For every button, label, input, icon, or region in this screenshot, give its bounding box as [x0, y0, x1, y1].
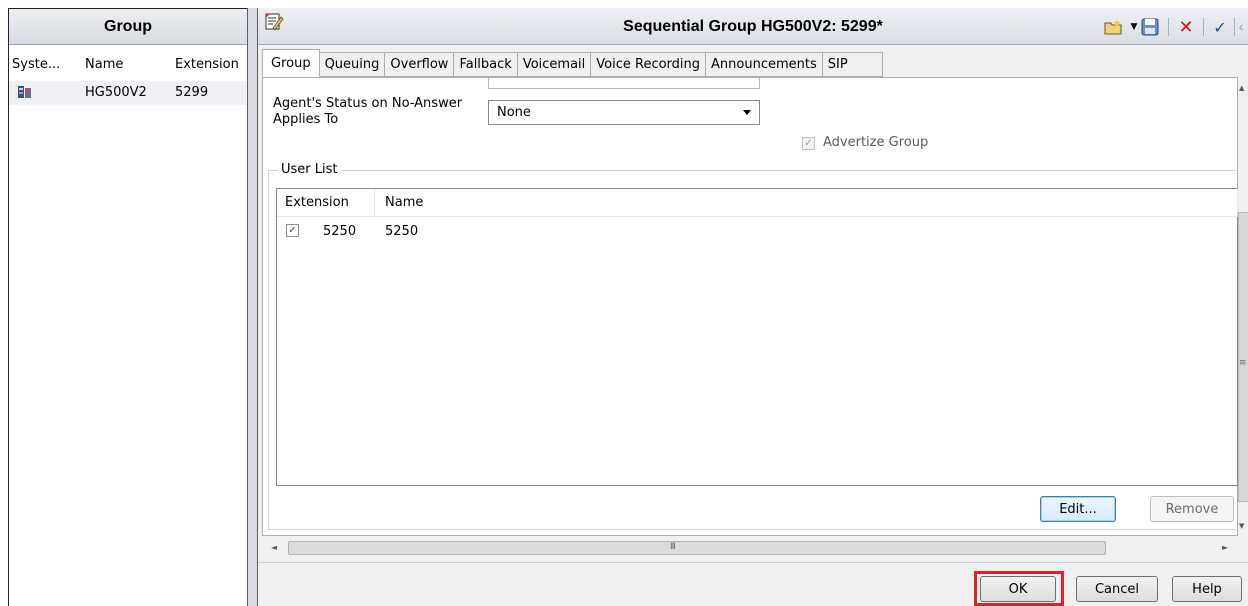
- tab-voice-recording[interactable]: Voice Recording: [591, 52, 707, 77]
- user-list-legend: User List: [278, 162, 341, 177]
- help-button[interactable]: Help: [1172, 576, 1242, 602]
- toolbar-divider: [1234, 18, 1235, 36]
- column-header-name[interactable]: Name: [385, 195, 423, 210]
- user-list-header: Extension Name: [277, 189, 1239, 217]
- user-name: 5250: [385, 224, 419, 239]
- horizontal-scroll-thumb[interactable]: [288, 541, 1106, 555]
- back-icon[interactable]: ‹: [1236, 17, 1246, 37]
- user-list: Extension Name ✓ 5250 5250: [276, 188, 1239, 486]
- tab-queuing[interactable]: Queuing: [319, 52, 386, 77]
- column-header-name[interactable]: Name: [85, 57, 123, 72]
- user-enabled-checkbox[interactable]: ✓: [286, 224, 299, 237]
- delete-icon[interactable]: ✕: [1176, 17, 1196, 38]
- no-answer-select[interactable]: None: [488, 100, 760, 125]
- tab-announcements[interactable]: Announcements: [706, 52, 823, 77]
- new-folder-icon[interactable]: [1104, 17, 1124, 37]
- form-title: Sequential Group HG500V2: 5299*: [623, 17, 883, 35]
- edit-button[interactable]: Edit...: [1040, 496, 1116, 522]
- tab-overflow[interactable]: Overflow: [385, 52, 455, 77]
- group-name: HG500V2: [85, 85, 147, 100]
- user-extension: 5250: [323, 224, 357, 239]
- column-divider[interactable]: [374, 189, 375, 217]
- scroll-grip-icon: III: [670, 542, 676, 552]
- scroll-up-icon[interactable]: ▲: [1239, 84, 1244, 92]
- scroll-left-icon[interactable]: ◄: [271, 543, 277, 552]
- pane-title: Group: [9, 9, 247, 45]
- vertical-scroll-thumb[interactable]: [1238, 212, 1248, 502]
- table-row[interactable]: ✓ 5250 5250: [277, 221, 1239, 243]
- remove-button[interactable]: Remove: [1150, 496, 1234, 522]
- scrolled-field[interactable]: [488, 78, 760, 89]
- system-node-icon: [17, 84, 33, 104]
- ok-button[interactable]: OK: [980, 576, 1056, 602]
- group-extension: 5299: [175, 85, 209, 100]
- checkmark-icon[interactable]: ✓: [1210, 17, 1230, 37]
- scroll-down-icon[interactable]: ▼: [1239, 522, 1244, 530]
- tab-strip: Group Queuing Overflow Fallback Voicemai…: [262, 49, 883, 77]
- column-header-extension[interactable]: Extension: [285, 195, 349, 210]
- list-column-headers: Syste... Name Extension: [9, 53, 247, 81]
- list-item[interactable]: HG500V2 5299: [9, 81, 247, 105]
- no-answer-value: None: [497, 105, 531, 120]
- column-header-extension[interactable]: Extension: [175, 57, 239, 72]
- form-title-bar: Sequential Group HG500V2: 5299* ▼ ✕ ✓ ‹: [258, 8, 1248, 45]
- pane-splitter[interactable]: [247, 8, 258, 606]
- scroll-grip-icon: ≡: [1239, 358, 1247, 368]
- advertize-group-checkbox[interactable]: ✓: [802, 137, 815, 150]
- chevron-down-icon: [743, 110, 751, 115]
- tab-group[interactable]: Group: [262, 49, 320, 77]
- save-icon[interactable]: [1140, 17, 1160, 37]
- tab-sip[interactable]: SIP: [822, 52, 883, 77]
- tab-voicemail[interactable]: Voicemail: [517, 52, 592, 77]
- tab-fallback[interactable]: Fallback: [454, 52, 518, 77]
- cancel-button[interactable]: Cancel: [1076, 576, 1158, 602]
- advertize-group-label: Advertize Group: [823, 135, 929, 150]
- no-answer-label: Agent's Status on No-Answer Applies To: [273, 96, 463, 127]
- toolbar-divider: [1203, 18, 1204, 36]
- scroll-right-icon[interactable]: ►: [1222, 543, 1228, 552]
- toolbar-divider: [1168, 18, 1169, 36]
- group-list-pane: Group Syste... Name Extension HG500V2 52…: [8, 8, 247, 606]
- column-header-system[interactable]: Syste...: [12, 57, 60, 72]
